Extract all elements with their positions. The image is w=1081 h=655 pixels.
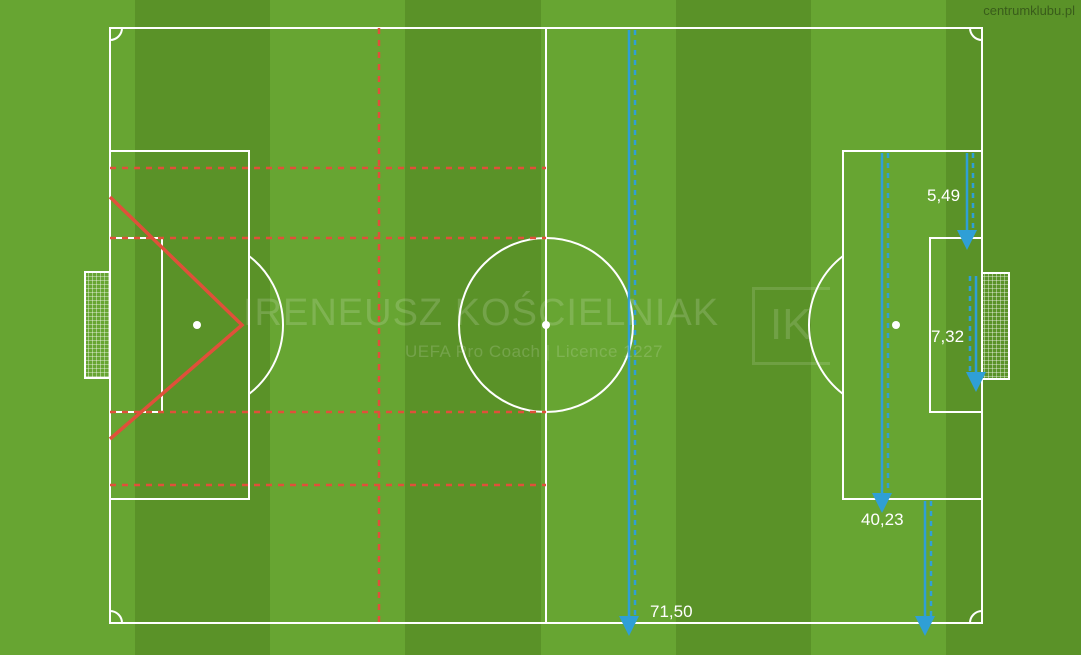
right-goal-area [929,237,983,413]
right-goal [981,272,1010,380]
watermark-subtitle: UEFA Pro Coach | Licence 1227 [405,342,664,361]
site-brand: centrumklubu.pl [983,3,1075,18]
label-penalty-area-width: 40,23 [861,510,904,529]
right-penalty-area [842,150,983,500]
left-goal-area [109,237,163,413]
left-penalty-spot [193,321,201,329]
corner-arc-top-left [109,27,123,41]
goal-area-depth-arrow [957,153,977,250]
label-goal-width: 7,32 [931,327,965,346]
right-penalty-spot [892,321,900,329]
left-goal [84,271,111,379]
left-penalty-area [109,150,250,500]
watermark-name: IRENEUSZ KOŚCIELNIAK [243,292,720,334]
red-chevron [108,195,245,441]
corner-arc-top-right [969,27,983,41]
corner-arc-bottom-right [969,610,983,624]
watermark-logo: IK [770,300,812,349]
goal-width-arrow [966,276,986,392]
label-goal-area-depth: 5,49 [927,186,961,205]
penalty-area-width-arrow [872,153,892,513]
wide-channel-arrow [915,501,935,636]
label-pitch-width: 71,50 [650,602,693,621]
corner-arc-bottom-left [109,610,123,624]
